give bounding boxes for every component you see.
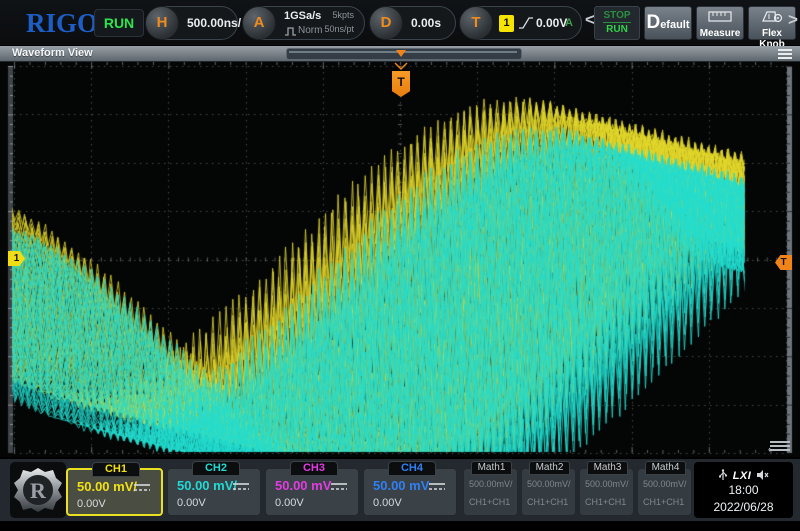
math3-expr: CH1+CH1 xyxy=(585,497,626,507)
timebase-value: 500.00ns/ xyxy=(187,7,241,39)
math4-tab[interactable]: Math4 xyxy=(645,461,686,475)
memory-depth: 5kpts xyxy=(332,10,354,20)
ch4-scale: 50.00 mV xyxy=(373,478,429,493)
ch4-tab[interactable]: CH4 xyxy=(388,461,436,476)
ruler-icon xyxy=(708,10,732,23)
ch4-offset: 0.00V xyxy=(373,497,402,509)
math1-scale: 500.00mV/ xyxy=(469,479,513,489)
dc-coupling-icon xyxy=(330,481,348,491)
rising-edge-icon xyxy=(518,15,534,31)
bottom-status-bar: R CH1 50.00 mV/ 0.00V CH2 50.00 mV/ 0.00… xyxy=(0,457,800,531)
pulse-icon xyxy=(284,26,297,36)
bottom-panel: R CH1 50.00 mV/ 0.00V CH2 50.00 mV/ 0.00… xyxy=(0,459,800,521)
math3-tab[interactable]: Math3 xyxy=(587,461,628,475)
overview-trigger-marker[interactable] xyxy=(396,50,406,57)
trigger-source-badge: 1 xyxy=(499,15,514,32)
math2-tab[interactable]: Math2 xyxy=(529,461,570,475)
clock-date: 2022/06/28 xyxy=(694,500,793,514)
dc-coupling-icon xyxy=(232,481,250,491)
delay-key-button[interactable]: D xyxy=(369,6,403,40)
dc-coupling-icon xyxy=(428,481,446,491)
horizontal-settings[interactable]: H 500.00ns/ xyxy=(146,6,238,40)
ch2-scale: 50.00 mV/ xyxy=(177,478,237,493)
math4-expr: CH1+CH1 xyxy=(643,497,684,507)
lxi-badge: LXI xyxy=(733,470,752,482)
svg-text:R: R xyxy=(30,478,47,503)
dc-coupling-icon xyxy=(133,482,151,492)
channel-box-ch2[interactable]: CH2 50.00 mV/ 0.00V xyxy=(167,468,261,516)
default-rest: efault xyxy=(660,19,689,31)
nav-right-chevron[interactable]: > xyxy=(788,10,798,30)
system-status-box[interactable]: LXI 18:00 2022/06/28 xyxy=(694,462,793,518)
ch1-tab[interactable]: CH1 xyxy=(92,462,140,477)
channel-box-ch4[interactable]: CH4 50.00 mV 0.00V xyxy=(363,468,457,516)
top-toolbar: RIGOL RUN H 500.00ns/ A 1GSa/s Norm 5kpt… xyxy=(0,0,800,46)
math4-box[interactable]: Math4 500.00mV/ CH1+CH1 xyxy=(637,468,692,516)
waveform-canvas[interactable] xyxy=(0,62,800,457)
math2-scale: 500.00mV/ xyxy=(527,479,571,489)
knob-icon xyxy=(759,9,785,23)
delay-value: 0.00s xyxy=(411,7,441,39)
stop-run-button[interactable]: STOP RUN xyxy=(594,6,640,40)
waveform-display[interactable]: T 1 T ‹ xyxy=(0,62,800,457)
display-corner-menu-icon[interactable]: ‹ xyxy=(770,441,790,453)
stop-label: STOP xyxy=(603,10,631,23)
display-menu-icon[interactable] xyxy=(778,49,792,59)
ch2-tab[interactable]: CH2 xyxy=(192,461,240,476)
run-label: RUN xyxy=(595,24,639,35)
acquire-mode: Norm xyxy=(298,25,322,36)
ch3-offset: 0.00V xyxy=(275,497,304,509)
math3-box[interactable]: Math3 500.00mV/ CH1+CH1 xyxy=(579,468,634,516)
acquisition-settings[interactable]: A 1GSa/s Norm 5kpts 50ns/pt xyxy=(243,6,365,40)
measure-label: Measure xyxy=(697,28,743,39)
sample-resolution: 50ns/pt xyxy=(324,24,354,34)
tab-waveform-view[interactable]: Waveform View xyxy=(12,47,93,59)
ch3-scale: 50.00 mV xyxy=(275,478,331,493)
ch1-scale: 50.00 mV/ xyxy=(77,479,137,494)
trigger-sweep-mode: A xyxy=(565,7,573,39)
default-button[interactable]: Default xyxy=(644,6,692,40)
delay-settings[interactable]: D 0.00s xyxy=(370,6,456,40)
run-status-badge[interactable]: RUN xyxy=(94,9,144,37)
acquire-key-button[interactable]: A xyxy=(242,6,276,40)
math1-expr: CH1+CH1 xyxy=(469,497,510,507)
trigger-settings[interactable]: T 1 0.00V A xyxy=(460,6,582,40)
horizontal-key-button[interactable]: H xyxy=(145,6,179,40)
view-tab-bar: Waveform View xyxy=(0,46,800,62)
math1-tab[interactable]: Math1 xyxy=(471,461,512,475)
speaker-muted-icon xyxy=(756,469,769,481)
math2-expr: CH1+CH1 xyxy=(527,497,568,507)
math4-scale: 500.00mV/ xyxy=(643,479,687,489)
math1-box[interactable]: Math1 500.00mV/ CH1+CH1 xyxy=(463,468,518,516)
ch3-tab[interactable]: CH3 xyxy=(290,461,338,476)
oscilloscope-screen: RIGOL RUN H 500.00ns/ A 1GSa/s Norm 5kpt… xyxy=(0,0,800,531)
usb-icon xyxy=(718,469,728,481)
trigger-chevron-icon xyxy=(394,62,408,71)
default-initial: D xyxy=(646,12,660,33)
math3-scale: 500.00mV/ xyxy=(585,479,629,489)
channel-box-ch1[interactable]: CH1 50.00 mV/ 0.00V xyxy=(66,468,163,516)
trigger-level-value: 0.00V xyxy=(536,7,567,39)
ch2-offset: 0.00V xyxy=(177,497,206,509)
clock-time: 18:00 xyxy=(694,483,793,497)
channel-box-ch3[interactable]: CH3 50.00 mV 0.00V xyxy=(265,468,359,516)
measure-button[interactable]: Measure xyxy=(696,6,744,40)
ch1-offset: 0.00V xyxy=(77,498,106,510)
trigger-key-button[interactable]: T xyxy=(459,6,493,40)
waveform-overview-bar[interactable] xyxy=(286,48,522,60)
sample-rate-value: 1GSa/s xyxy=(284,10,321,22)
rigol-gear-logo[interactable]: R xyxy=(10,462,66,518)
math2-box[interactable]: Math2 500.00mV/ CH1+CH1 xyxy=(521,468,576,516)
